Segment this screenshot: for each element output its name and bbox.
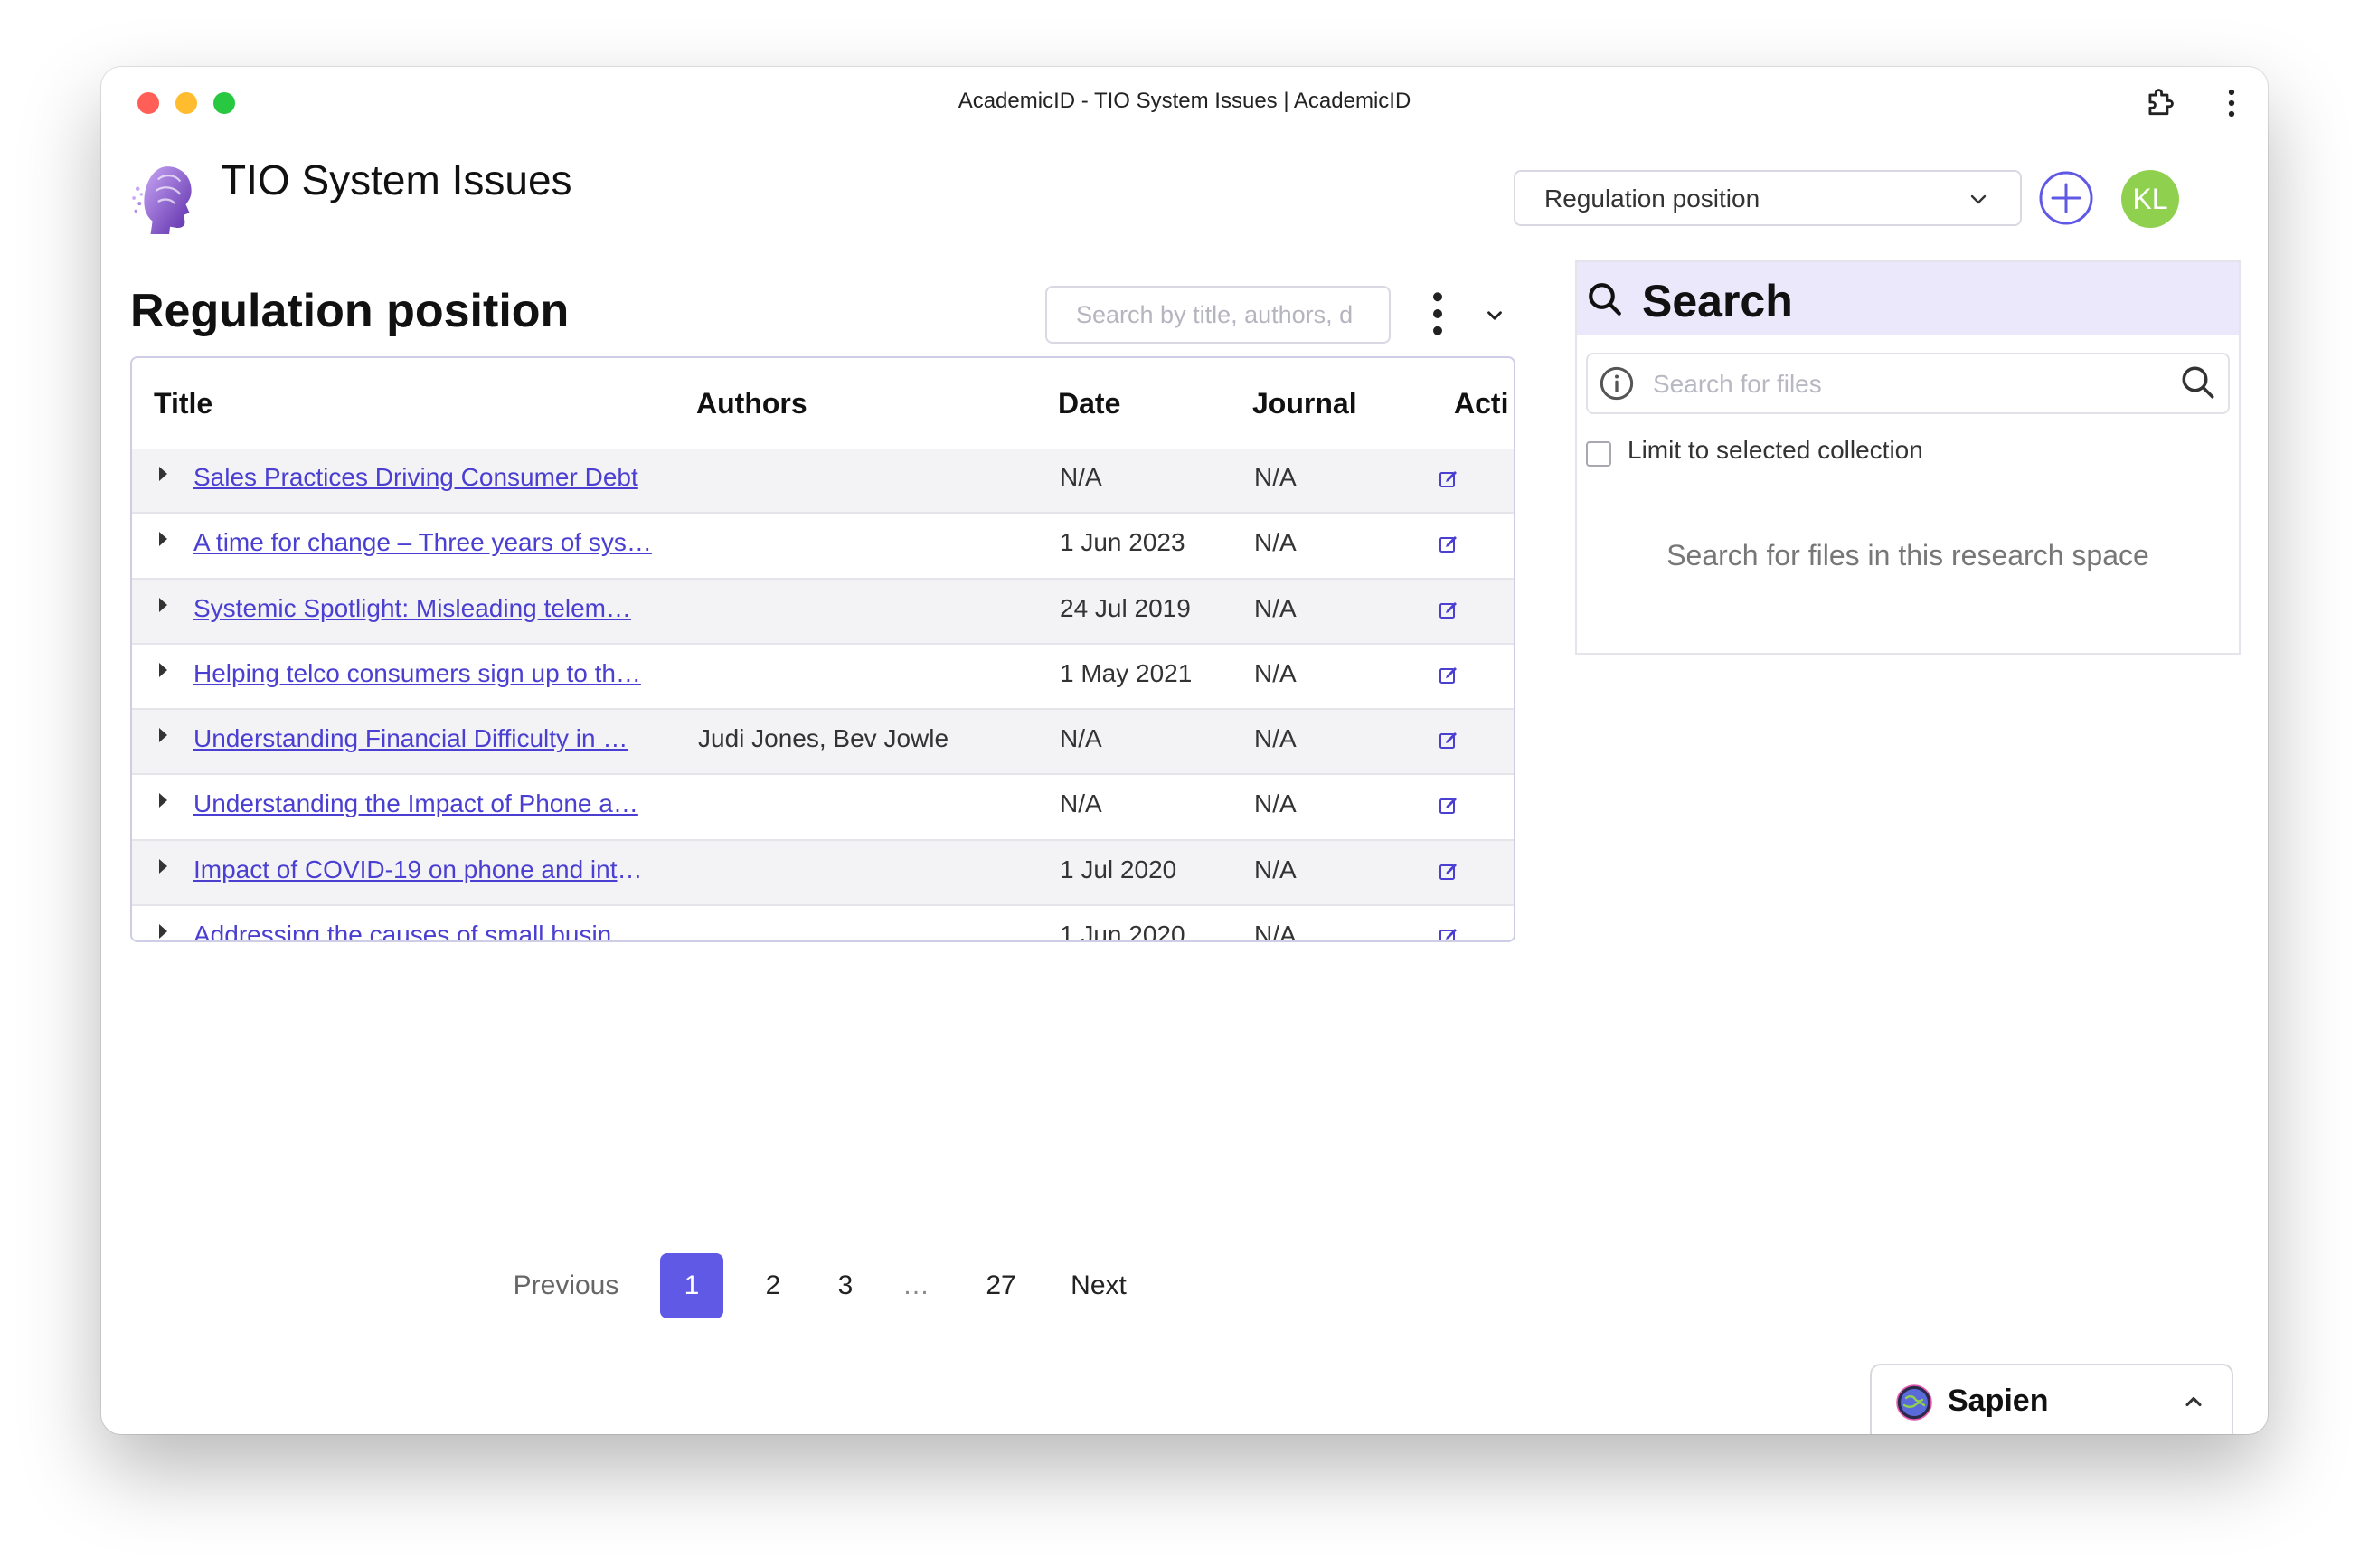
previous-page-button[interactable]: Previous <box>503 1253 629 1318</box>
column-header-date[interactable]: Date <box>1058 387 1120 420</box>
collection-select-value: Regulation position <box>1544 184 1760 213</box>
file-search-field <box>1586 353 2230 414</box>
expand-row-icon[interactable] <box>159 793 167 808</box>
search-icon <box>1589 283 1621 316</box>
row-title-link[interactable]: A time for change – Three years of sys… <box>193 528 655 557</box>
extension-icon[interactable] <box>2143 85 2177 119</box>
expand-row-icon[interactable] <box>159 467 167 481</box>
pagination-ellipsis: … <box>902 1270 930 1300</box>
expand-row-icon[interactable] <box>159 597 167 612</box>
search-panel-header: Search <box>1577 262 2239 335</box>
chevron-down-icon[interactable] <box>1483 304 1506 327</box>
next-page-button[interactable]: Next <box>1058 1253 1139 1318</box>
search-empty-message: Search for files in this research space <box>1666 539 2149 571</box>
page-title: Regulation position <box>130 285 570 337</box>
sapien-assistant-toggle[interactable]: Sapien <box>1870 1364 2233 1434</box>
table-row: Understanding Financial Difficulty in … J… <box>132 710 1514 776</box>
row-date: 24 Jul 2019 <box>1060 593 1191 622</box>
row-date: N/A <box>1060 789 1102 818</box>
row-journal: N/A <box>1254 528 1297 557</box>
row-title-link[interactable]: Sales Practices Driving Consumer Debt <box>193 463 655 492</box>
table-search-input[interactable] <box>1045 286 1391 344</box>
edit-icon[interactable] <box>1438 861 1459 883</box>
row-date: 1 Jun 2020 <box>1060 921 1185 942</box>
limit-collection-checkbox[interactable] <box>1586 441 1611 467</box>
table-body: Sales Practices Driving Consumer Debt N/A… <box>132 449 1514 942</box>
row-date: 1 May 2021 <box>1060 658 1193 687</box>
row-title-link[interactable]: Helping telco consumers sign up to th… <box>193 659 655 688</box>
search-icon[interactable] <box>2179 364 2217 401</box>
kebab-icon[interactable] <box>2223 87 2241 119</box>
row-title-link[interactable]: Systemic Spotlight: Misleading telem… <box>193 594 655 623</box>
row-journal: N/A <box>1254 855 1297 883</box>
column-header-journal[interactable]: Journal <box>1252 387 1357 420</box>
user-avatar[interactable]: KL <box>2121 170 2179 228</box>
browser-window: AcademicID - TIO System Issues | Academi… <box>101 67 2268 1434</box>
column-header-actions[interactable]: Acti <box>1454 387 1508 420</box>
expand-row-icon[interactable] <box>159 532 167 547</box>
expand-row-icon[interactable] <box>159 662 167 677</box>
row-title-link[interactable]: Impact of COVID-19 on phone and inte… <box>193 855 655 884</box>
edit-icon[interactable] <box>1438 600 1459 621</box>
sapien-globe-icon <box>1896 1384 1932 1421</box>
row-journal: N/A <box>1254 593 1297 622</box>
window-titlebar: AcademicID - TIO System Issues | Academi… <box>101 67 2268 139</box>
table-header: Title Authors Date Journal Acti <box>132 358 1514 450</box>
chevron-up-icon <box>2185 1396 2202 1407</box>
sapien-label: Sapien <box>1948 1384 2049 1418</box>
row-date: N/A <box>1060 724 1102 753</box>
table-row: Addressing the causes of small busin… 1 J… <box>132 906 1514 942</box>
table-row: Systemic Spotlight: Misleading telem… 24 … <box>132 579 1514 645</box>
row-authors: Judi Jones, Bev Jowle <box>698 724 949 753</box>
edit-icon[interactable] <box>1438 468 1459 490</box>
academicid-logo <box>132 166 192 234</box>
page-27-button[interactable]: 27 <box>969 1253 1033 1318</box>
row-title-link[interactable]: Understanding the Impact of Phone a… <box>193 789 655 818</box>
limit-collection-label: Limit to selected collection <box>1628 436 1923 464</box>
table-row: Sales Practices Driving Consumer Debt N/A… <box>132 449 1514 515</box>
page-1-button[interactable]: 1 <box>660 1253 723 1318</box>
expand-row-icon[interactable] <box>159 728 167 743</box>
chevron-down-icon <box>1970 194 1987 204</box>
edit-icon[interactable] <box>1438 795 1459 817</box>
expand-row-icon[interactable] <box>159 858 167 874</box>
app-title: TIO System Issues <box>221 156 572 203</box>
row-title-link[interactable]: Addressing the causes of small busin… <box>193 921 655 940</box>
table-row: Helping telco consumers sign up to th… 1 … <box>132 645 1514 711</box>
edit-icon[interactable] <box>1438 926 1459 942</box>
edit-icon[interactable] <box>1438 730 1459 751</box>
row-date: N/A <box>1060 463 1102 491</box>
table-row: Understanding the Impact of Phone a… N/A N… <box>132 775 1514 841</box>
collection-select[interactable]: Regulation position <box>1514 170 2022 226</box>
row-journal: N/A <box>1254 658 1297 687</box>
window-title: AcademicID - TIO System Issues | Academi… <box>958 89 1411 113</box>
search-panel-title: Search <box>1642 276 1793 326</box>
edit-icon[interactable] <box>1438 665 1459 686</box>
add-circle-icon[interactable] <box>2038 170 2094 226</box>
row-journal: N/A <box>1254 789 1297 818</box>
documents-table: Title Authors Date Journal Acti Sales Pr… <box>130 356 1515 942</box>
info-icon[interactable] <box>1599 365 1635 401</box>
table-row: Impact of COVID-19 on phone and inte… 1 J… <box>132 840 1514 907</box>
column-header-title[interactable]: Title <box>154 387 212 420</box>
table-row: A time for change – Three years of sys… 1… <box>132 514 1514 580</box>
row-date: 1 Jul 2020 <box>1060 855 1177 883</box>
row-title-link[interactable]: Understanding Financial Difficulty in … <box>193 724 655 753</box>
row-journal: N/A <box>1254 921 1297 942</box>
page-2-button[interactable]: 2 <box>750 1253 796 1318</box>
file-search-input[interactable] <box>1651 364 2161 405</box>
row-date: 1 Jun 2023 <box>1060 528 1185 557</box>
kebab-icon[interactable] <box>1429 291 1447 336</box>
edit-icon[interactable] <box>1438 534 1459 555</box>
row-journal: N/A <box>1254 724 1297 753</box>
row-journal: N/A <box>1254 463 1297 491</box>
expand-row-icon[interactable] <box>159 924 167 940</box>
column-header-authors[interactable]: Authors <box>696 387 807 420</box>
search-panel: Search Limit to selected collection Sear… <box>1575 260 2241 655</box>
page-3-button[interactable]: 3 <box>823 1253 868 1318</box>
